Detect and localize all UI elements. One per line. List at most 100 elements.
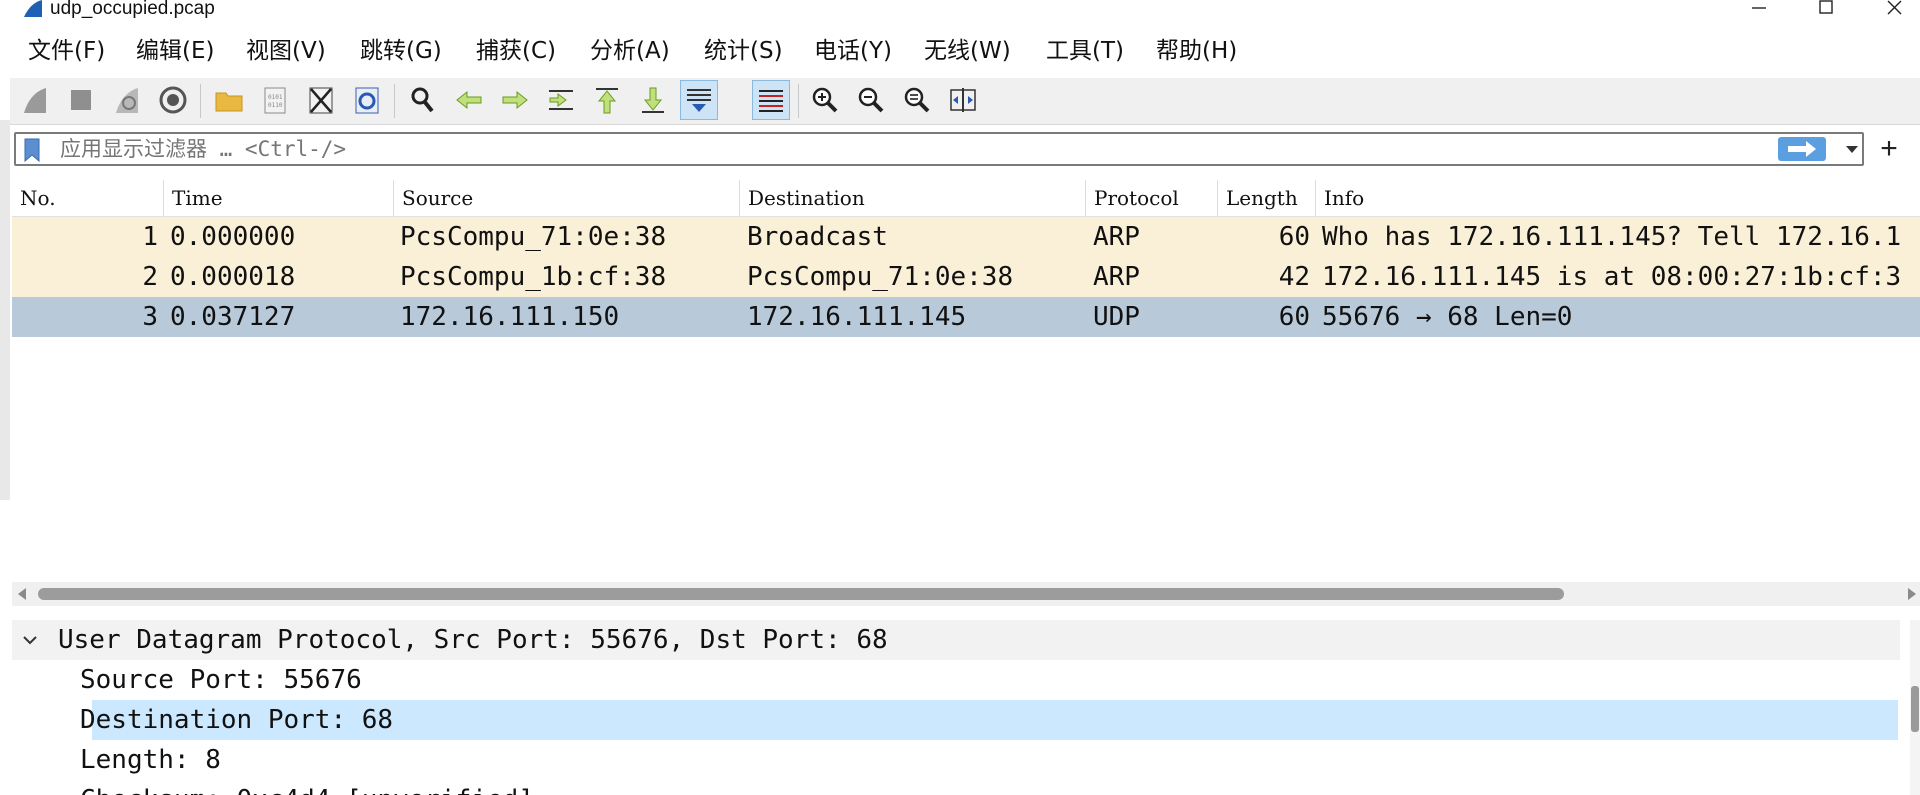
start-capture-button[interactable] <box>16 80 54 120</box>
menu-go[interactable]: 跳转(G) <box>360 36 442 66</box>
column-header-no[interactable]: No. <box>12 180 164 216</box>
bookmark-icon[interactable] <box>24 138 40 162</box>
menu-edit[interactable]: 编辑(E) <box>136 36 214 66</box>
start-capture-icon <box>24 88 46 113</box>
packet-no: 2 <box>142 262 158 292</box>
menu-telephony[interactable]: 电话(Y) <box>814 36 892 66</box>
last-packet-button[interactable] <box>634 80 672 120</box>
menu-capture[interactable]: 捕获(C) <box>476 36 556 66</box>
scroll-left-arrow-icon[interactable] <box>18 588 26 600</box>
detail-field-row[interactable]: Checksum: 0xc4d4 [unverified] <box>80 780 1898 795</box>
title-bar: udp_occupied.pcap <box>0 0 1920 22</box>
packet-list-header: No. Time Source Destination Protocol Len… <box>12 180 1920 217</box>
capture-options-icon <box>159 86 187 114</box>
close-icon <box>1887 0 1902 15</box>
menu-statistics[interactable]: 统计(S) <box>704 36 783 66</box>
zoom-out-icon <box>858 87 884 113</box>
reload-file-button[interactable] <box>348 80 386 120</box>
file-set-button[interactable]: 0101 0110 <box>256 80 294 120</box>
colorize-icon <box>759 90 783 112</box>
packet-time: 0.000000 <box>170 222 296 252</box>
zoom-reset-button[interactable] <box>898 80 936 120</box>
stop-capture-icon <box>71 90 91 110</box>
column-header-time[interactable]: Time <box>164 180 394 216</box>
detail-tree-header-row[interactable]: User Datagram Protocol, Src Port: 55676,… <box>12 620 1900 660</box>
packet-info: 172.16.111.145 is at 08:00:27:1b:cf:3 <box>1322 262 1902 292</box>
minimize-icon <box>1752 7 1766 9</box>
scroll-right-arrow-icon[interactable] <box>1908 588 1916 600</box>
details-vertical-scrollbar[interactable] <box>1910 620 1920 795</box>
detail-field-text: Destination Port: 68 <box>80 705 394 735</box>
column-header-protocol[interactable]: Protocol <box>1086 180 1218 216</box>
chevron-down-icon[interactable] <box>1842 139 1862 159</box>
go-back-button[interactable] <box>450 80 488 120</box>
detail-field-row-selected[interactable]: Destination Port: 68 <box>80 700 1898 740</box>
packet-protocol: UDP <box>1093 302 1140 332</box>
zoom-in-button[interactable] <box>806 80 844 120</box>
stop-capture-button[interactable] <box>62 80 100 120</box>
zoom-out-button[interactable] <box>852 80 890 120</box>
go-to-packet-icon <box>549 90 573 110</box>
packet-source: PcsCompu_1b:cf:38 <box>400 262 667 292</box>
menu-file[interactable]: 文件(F) <box>28 36 105 66</box>
open-file-button[interactable] <box>210 80 248 120</box>
packet-info: Who has 172.16.111.145? Tell 172.16.1 <box>1322 222 1902 252</box>
packet-length: 60 <box>1278 222 1310 252</box>
column-header-source[interactable]: Source <box>394 180 740 216</box>
reload-file-icon <box>355 87 379 114</box>
close-file-button[interactable] <box>302 80 340 120</box>
scrollbar-thumb[interactable] <box>1911 686 1919 732</box>
menu-wireless[interactable]: 无线(W) <box>924 36 1011 66</box>
packet-destination: 172.16.111.145 <box>747 302 967 332</box>
column-header-length[interactable]: Length <box>1218 180 1316 216</box>
go-to-packet-button[interactable] <box>542 80 580 120</box>
toolbar-separator <box>200 84 201 118</box>
detail-field-text: Checksum: 0xc4d4 [unverified] <box>80 780 534 795</box>
packet-protocol: ARP <box>1093 222 1140 252</box>
column-header-info[interactable]: Info <box>1316 180 1920 216</box>
detail-field-text: Source Port: 55676 <box>80 665 362 695</box>
go-forward-icon <box>502 90 528 110</box>
apply-filter-button[interactable] <box>1778 137 1826 161</box>
capture-options-button[interactable] <box>154 80 192 120</box>
menu-tools[interactable]: 工具(T) <box>1046 36 1124 66</box>
close-file-icon <box>309 87 333 114</box>
add-filter-button[interactable]: + <box>1876 134 1902 164</box>
auto-scroll-button[interactable] <box>680 80 718 120</box>
detail-field-row[interactable]: Source Port: 55676 <box>80 660 1898 700</box>
main-toolbar: 0101 0110 <box>10 78 1920 125</box>
arrow-right-icon <box>1788 141 1816 157</box>
chevron-down-icon[interactable] <box>22 632 38 648</box>
find-packet-button[interactable] <box>404 80 442 120</box>
maximize-button[interactable] <box>1806 0 1846 20</box>
restart-capture-button[interactable] <box>108 80 146 120</box>
minimize-button[interactable] <box>1738 0 1778 20</box>
colorize-button[interactable] <box>752 80 790 120</box>
scrollbar-thumb[interactable] <box>38 588 1564 600</box>
go-forward-button[interactable] <box>496 80 534 120</box>
display-filter-input[interactable] <box>60 136 1760 162</box>
menu-analyze[interactable]: 分析(A) <box>590 36 670 66</box>
detail-field-row[interactable]: Length: 8 <box>80 740 1898 780</box>
packet-length: 60 <box>1278 302 1310 332</box>
toolbar-separator <box>394 84 395 118</box>
packet-destination: PcsCompu_71:0e:38 <box>747 262 1014 292</box>
wireshark-fin-icon <box>24 0 42 17</box>
packet-list-horizontal-scrollbar[interactable] <box>12 582 1920 606</box>
first-packet-icon <box>596 88 618 114</box>
resize-columns-button[interactable] <box>944 80 982 120</box>
packet-info: 55676 → 68 Len=0 <box>1322 302 1573 332</box>
packet-time: 0.000018 <box>170 262 296 292</box>
packet-row[interactable]: 1 0.000000 PcsCompu_71:0e:38 Broadcast A… <box>12 217 1920 257</box>
auto-scroll-icon <box>687 89 711 112</box>
resize-columns-icon <box>950 88 976 112</box>
first-packet-button[interactable] <box>588 80 626 120</box>
column-header-destination[interactable]: Destination <box>740 180 1086 216</box>
packet-source: PcsCompu_71:0e:38 <box>400 222 667 252</box>
packet-details-pane: User Datagram Protocol, Src Port: 55676,… <box>12 620 1920 795</box>
packet-row-selected[interactable]: 3 0.037127 172.16.111.150 172.16.111.145… <box>12 297 1920 337</box>
menu-view[interactable]: 视图(V) <box>246 36 326 66</box>
close-window-button[interactable] <box>1874 0 1914 20</box>
menu-help[interactable]: 帮助(H) <box>1156 36 1237 66</box>
packet-row[interactable]: 2 0.000018 PcsCompu_1b:cf:38 PcsCompu_71… <box>12 257 1920 297</box>
